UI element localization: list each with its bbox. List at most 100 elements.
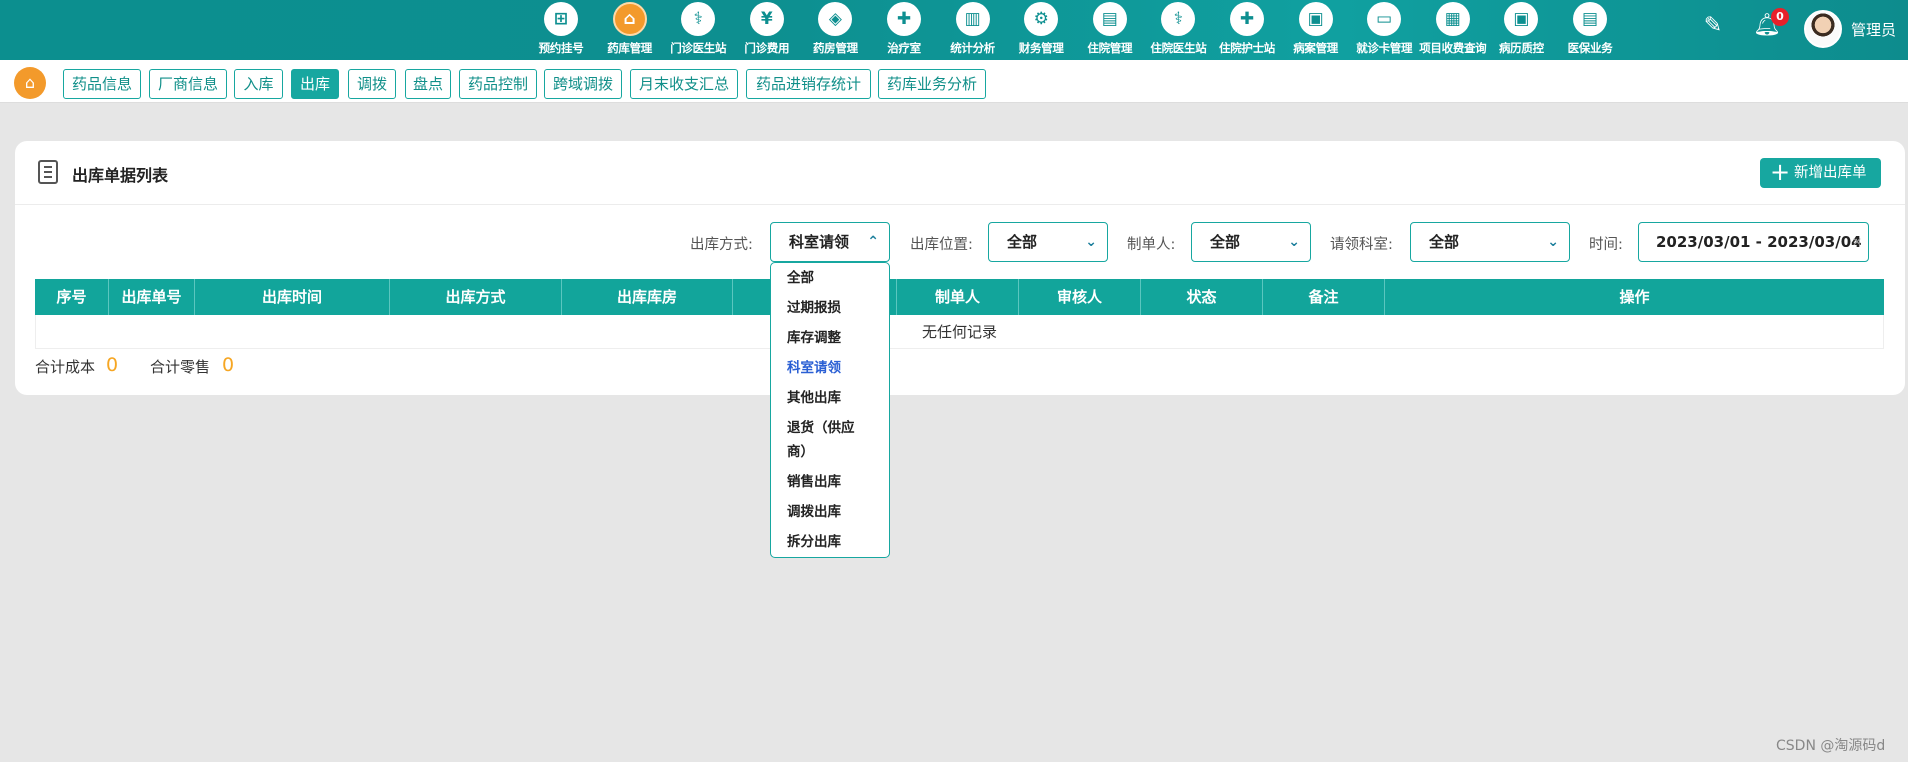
- method-filter-label: 出库方式:: [690, 237, 753, 253]
- edit-pencil-icon[interactable]: ✎: [1701, 12, 1725, 40]
- dept-filter-label: 请领科室:: [1330, 237, 1393, 253]
- subtab-9[interactable]: 药品进销存统计: [746, 69, 871, 99]
- location-select[interactable]: 全部 ⌄: [988, 222, 1108, 262]
- nav-item-14[interactable]: ▣ 病历质控: [1485, 2, 1557, 58]
- nav-item-label: 门诊费用: [744, 41, 790, 55]
- total-retail-label: 合计零售: [150, 358, 211, 376]
- nav-item-label: 财务管理: [1018, 41, 1064, 55]
- total-retail-value: 0: [222, 354, 235, 376]
- subtab-5[interactable]: 盘点: [405, 69, 451, 99]
- dropdown-option[interactable]: 库存调整: [771, 326, 889, 350]
- nav-item-label: 治疗室: [887, 41, 921, 55]
- nav-item-label: 医保业务: [1567, 41, 1613, 55]
- dropdown-option[interactable]: 退货（供应商）: [771, 416, 889, 464]
- nav-item-11[interactable]: ▣ 病案管理: [1280, 2, 1352, 58]
- maker-filter-label: 制单人:: [1127, 237, 1176, 253]
- empty-table-row: 无任何记录: [35, 315, 1884, 349]
- nav-item-label: 住院护士站: [1219, 41, 1275, 55]
- clear-icon[interactable]: ✕: [1852, 223, 1862, 261]
- nav-item-label: 住院医生站: [1150, 41, 1207, 55]
- subtab-3[interactable]: 出库: [291, 69, 339, 99]
- chevron-down-icon: ⌄: [1288, 234, 1300, 250]
- nav-item-4[interactable]: ◈ 药房管理: [799, 2, 871, 58]
- nav-item-0[interactable]: ⊞ 预约挂号: [525, 2, 597, 58]
- add-outbound-button[interactable]: + 新增出库单: [1760, 158, 1881, 188]
- time-filter-label: 时间:: [1589, 237, 1623, 253]
- subtab-10[interactable]: 药库业务分析: [878, 69, 986, 99]
- document-list-icon: [38, 160, 58, 184]
- home-icon[interactable]: ⌂: [14, 67, 46, 99]
- method-select-value: 科室请领: [789, 233, 850, 251]
- chart-icon: ▥: [955, 2, 990, 36]
- col-time: 出库时间: [195, 279, 390, 315]
- dropdown-option[interactable]: 其他出库: [771, 386, 889, 410]
- nav-item-5[interactable]: ✚ 治疗室: [868, 2, 940, 58]
- nav-item-6[interactable]: ▥ 统计分析: [937, 2, 1009, 58]
- panel-title: 出库单据列表: [72, 166, 169, 185]
- chevron-up-icon: ⌃: [867, 234, 879, 250]
- plus-icon: +: [1770, 158, 1791, 186]
- panel-header: [15, 141, 1905, 205]
- doctor-icon: ⚕: [681, 2, 716, 36]
- location-filter-label: 出库位置:: [910, 237, 973, 253]
- col-reviewer: 审核人: [1019, 279, 1141, 315]
- maker-select[interactable]: 全部 ⌄: [1191, 222, 1311, 262]
- col-method: 出库方式: [390, 279, 562, 315]
- nav-item-label: 门诊医生站: [670, 41, 727, 55]
- nav-item-7[interactable]: ⚙ 财务管理: [1005, 2, 1077, 58]
- nav-item-12[interactable]: ▭ 就诊卡管理: [1348, 2, 1420, 58]
- calendar-plus-icon: ⊞: [544, 2, 578, 36]
- col-remark: 备注: [1263, 279, 1385, 315]
- nav-item-13[interactable]: ▦ 项目收费查询: [1417, 2, 1489, 58]
- col-index: 序号: [35, 279, 109, 315]
- method-select[interactable]: 科室请领 ⌃: [770, 222, 890, 262]
- date-range-input[interactable]: 2023/03/01 - 2023/03/04 ✕: [1638, 222, 1869, 262]
- chevron-down-icon: ⌄: [1547, 234, 1559, 250]
- nav-item-label: 就诊卡管理: [1356, 41, 1413, 55]
- col-maker: 制单人: [897, 279, 1019, 315]
- col-warehouse: 出库库房: [562, 279, 733, 315]
- nav-item-15[interactable]: ▤ 医保业务: [1554, 2, 1626, 58]
- subtab-1[interactable]: 厂商信息: [149, 69, 227, 99]
- nav-item-label: 病历质控: [1498, 41, 1544, 55]
- dropdown-option[interactable]: 全部: [771, 266, 889, 290]
- dropdown-option[interactable]: 调拨出库: [771, 500, 889, 524]
- maker-select-value: 全部: [1210, 233, 1241, 251]
- watermark: CSDN @淘源码d: [1776, 738, 1886, 754]
- subtab-6[interactable]: 药品控制: [459, 69, 537, 99]
- subtab-0[interactable]: 药品信息: [63, 69, 141, 99]
- subtab-2[interactable]: 入库: [234, 69, 283, 99]
- nurse-icon: ✚: [887, 2, 921, 36]
- user-name[interactable]: 管理员: [1851, 19, 1896, 40]
- dropdown-option[interactable]: 科室请领: [771, 356, 889, 380]
- user-avatar[interactable]: [1804, 10, 1842, 48]
- location-select-value: 全部: [1007, 233, 1038, 251]
- bed-icon: ▤: [1092, 2, 1127, 36]
- nav-item-label: 药库管理: [607, 41, 652, 55]
- dropdown-option[interactable]: 过期报损: [771, 296, 889, 320]
- pill-icon: ◈: [818, 2, 853, 36]
- total-cost-label: 合计成本: [35, 358, 96, 376]
- yen-icon: ¥: [749, 2, 784, 36]
- dropdown-option[interactable]: 拆分出库: [771, 530, 889, 554]
- dept-select[interactable]: 全部 ⌄: [1410, 222, 1570, 262]
- notification-count-badge: 0: [1771, 8, 1789, 26]
- dept-select-value: 全部: [1429, 233, 1460, 251]
- nav-item-8[interactable]: ▤ 住院管理: [1074, 2, 1146, 58]
- dropdown-option[interactable]: 销售出库: [771, 470, 889, 494]
- method-dropdown-menu: 全部过期报损库存调整科室请领其他出库退货（供应商） 销售出库调拨出库拆分出库: [770, 262, 890, 558]
- nav-item-10[interactable]: ✚ 住院护士站: [1211, 2, 1283, 58]
- nav-item-3[interactable]: ¥ 门诊费用: [731, 2, 803, 58]
- col-actions: 操作: [1619, 288, 1650, 306]
- record-icon: ▣: [1504, 2, 1539, 36]
- subtab-4[interactable]: 调拨: [348, 69, 396, 99]
- insurance-icon: ▤: [1573, 2, 1607, 36]
- subtab-8[interactable]: 月末收支汇总: [630, 69, 738, 99]
- nav-item-2[interactable]: ⚕ 门诊医生站: [662, 2, 734, 58]
- col-status: 状态: [1141, 279, 1263, 315]
- subtab-7[interactable]: 跨域调拨: [544, 69, 622, 99]
- nav-item-1[interactable]: ⌂ 药库管理: [594, 2, 666, 58]
- date-range-value: 2023/03/01 - 2023/03/04: [1656, 233, 1862, 251]
- nav-item-9[interactable]: ⚕ 住院医生站: [1142, 2, 1214, 58]
- nav-item-label: 统计分析: [950, 41, 995, 55]
